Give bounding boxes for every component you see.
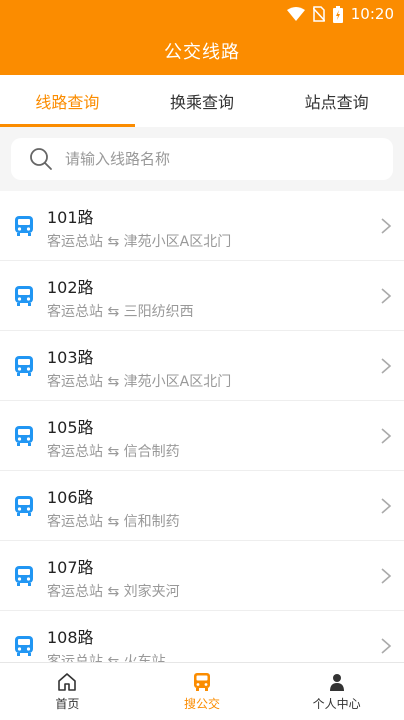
route-from: 客运总站: [47, 234, 103, 250]
battery-icon: [332, 5, 343, 23]
list-item[interactable]: 106路 客运总站 ⇆ 信和制药: [0, 471, 404, 541]
route-separator: ⇆: [107, 444, 120, 460]
bottom-nav: 首页 搜公交 个人中心: [0, 662, 404, 720]
route-list: 101路 客运总站 ⇆ 津苑小区A区北门 102路 客运总站 ⇆ 三阳纺织西 1…: [0, 191, 404, 663]
tab-label: 换乘查询: [170, 93, 235, 112]
route-name: 106路: [47, 488, 94, 507]
nav-label: 搜公交: [184, 696, 221, 711]
route-name: 102路: [47, 278, 94, 297]
route-from: 客运总站: [47, 514, 103, 530]
list-item[interactable]: 103路 客运总站 ⇆ 津苑小区A区北门: [0, 331, 404, 401]
route-name: 107路: [47, 558, 94, 577]
route-from: 客运总站: [47, 304, 103, 320]
chevron-right-icon: [380, 567, 392, 585]
search-input[interactable]: [63, 149, 367, 169]
tab-label: 站点查询: [304, 93, 369, 112]
bus-icon: [13, 285, 35, 307]
page-title: 公交线路: [164, 42, 240, 63]
route-to: 津苑小区A区北门: [123, 374, 232, 390]
chevron-right-icon: [380, 287, 392, 305]
route-to: 信合制药: [123, 444, 180, 460]
list-item[interactable]: 107路 客运总站 ⇆ 刘家夹河: [0, 541, 404, 611]
route-name: 101路: [47, 208, 94, 227]
tab-route-query[interactable]: 线路查询: [0, 75, 135, 127]
search-icon: [29, 147, 53, 171]
route-to: 津苑小区A区北门: [123, 234, 232, 250]
nav-label: 首页: [55, 696, 80, 711]
route-to: 刘家夹河: [123, 584, 180, 600]
tab-bar: 线路查询 换乘查询 站点查询: [0, 75, 404, 128]
chevron-right-icon: [380, 427, 392, 445]
nav-home[interactable]: 首页: [0, 663, 135, 720]
route-separator: ⇆: [107, 304, 120, 320]
route-from: 客运总站: [47, 584, 103, 600]
tab-stop-query[interactable]: 站点查询: [269, 75, 404, 127]
route-endpoints: 客运总站 ⇆ 津苑小区A区北门: [47, 231, 231, 251]
route-name: 105路: [47, 418, 94, 437]
route-endpoints: 客运总站 ⇆ 信和制药: [47, 511, 180, 531]
app-header: 10:20 公交线路: [0, 0, 404, 75]
tab-label: 线路查询: [35, 93, 100, 112]
search-section: [0, 127, 404, 191]
wifi-icon: [286, 7, 305, 21]
list-item[interactable]: 105路 客运总站 ⇆ 信合制药: [0, 401, 404, 471]
route-to: 三阳纺织西: [123, 304, 194, 320]
chevron-right-icon: [380, 637, 392, 655]
status-time: 10:20: [350, 5, 394, 23]
route-endpoints: 客运总站 ⇆ 信合制药: [47, 441, 180, 461]
nav-label: 个人中心: [312, 696, 361, 711]
search-box[interactable]: [11, 138, 393, 180]
bus-icon: [13, 635, 35, 657]
nav-search-bus[interactable]: 搜公交: [135, 663, 270, 720]
bus-icon: [13, 355, 35, 377]
route-separator: ⇆: [107, 514, 120, 530]
home-icon: [58, 672, 77, 691]
route-name: 108路: [47, 628, 94, 647]
bus-icon: [13, 215, 35, 237]
route-separator: ⇆: [107, 584, 120, 600]
chevron-right-icon: [380, 357, 392, 375]
list-item[interactable]: 102路 客运总站 ⇆ 三阳纺织西: [0, 261, 404, 331]
route-separator: ⇆: [107, 234, 120, 250]
route-endpoints: 客运总站 ⇆ 刘家夹河: [47, 581, 180, 601]
bus-icon: [194, 672, 210, 691]
route-to: 信和制药: [123, 514, 180, 530]
route-name: 103路: [47, 348, 94, 367]
route-from: 客运总站: [47, 444, 103, 460]
route-endpoints: 客运总站 ⇆ 津苑小区A区北门: [47, 371, 231, 391]
status-bar: 10:20: [286, 4, 394, 24]
bus-icon: [13, 495, 35, 517]
chevron-right-icon: [380, 217, 392, 235]
route-from: 客运总站: [47, 374, 103, 390]
bus-icon: [13, 425, 35, 447]
person-icon: [329, 673, 344, 691]
route-separator: ⇆: [107, 374, 120, 390]
route-endpoints: 客运总站 ⇆ 三阳纺织西: [47, 301, 194, 321]
nav-profile[interactable]: 个人中心: [269, 663, 404, 720]
list-item[interactable]: 101路 客运总站 ⇆ 津苑小区A区北门: [0, 191, 404, 261]
bus-icon: [13, 565, 35, 587]
tab-transfer-query[interactable]: 换乘查询: [135, 75, 270, 127]
no-sim-icon: [312, 6, 325, 22]
list-item[interactable]: 108路 客运总站 ⇆ 火车站: [0, 611, 404, 663]
chevron-right-icon: [380, 497, 392, 515]
